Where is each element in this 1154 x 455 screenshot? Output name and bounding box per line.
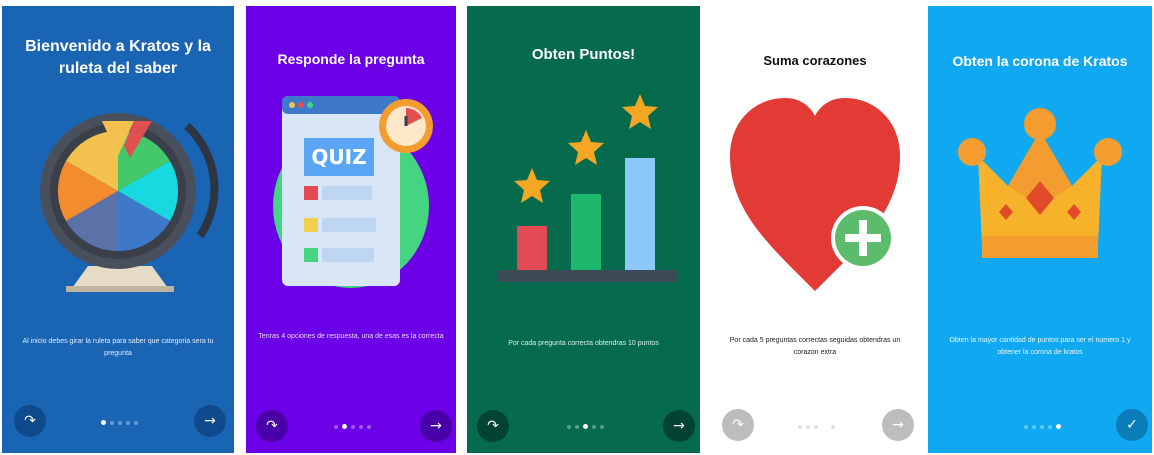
screen-description: Tenras 4 opciones de respuesta, una de e…	[258, 333, 444, 340]
page-dot-1	[567, 424, 571, 429]
quiz-illustration: QUIZ	[273, 96, 433, 288]
screen-title: Bienvenido a Kratos y la ruleta del sabe…	[25, 38, 211, 77]
page-dot-2	[110, 420, 114, 425]
onboarding-screen-hearts: Suma corazones Por cada 5 preguntas corr…	[710, 6, 920, 453]
arrow-right-icon: →	[204, 413, 216, 429]
crown-illustration	[958, 108, 1122, 258]
screen-title: Obten Puntos!	[531, 46, 636, 63]
skip-arrow-icon: ↷	[487, 418, 499, 434]
skip-button[interactable]: ↷	[14, 405, 46, 437]
next-button[interactable]: →	[882, 409, 914, 441]
page-dot-3	[583, 424, 588, 429]
page-dot-5	[600, 424, 604, 429]
arrow-right-icon: →	[430, 418, 442, 434]
page-dot-3	[1040, 424, 1044, 429]
next-button[interactable]: →	[663, 410, 695, 442]
page-dot-5	[134, 420, 138, 425]
page-dot-2	[1032, 424, 1036, 429]
page-indicator	[101, 420, 138, 425]
onboarding-screen-answer: Responde la pregunta QUIZ Tenras 4 opcio…	[246, 6, 456, 453]
onboarding-screen-crown: Obten la corona de Kratos Obten la mayor…	[928, 6, 1152, 453]
skip-button[interactable]: ↷	[722, 409, 754, 441]
skip-arrow-icon: ↷	[24, 413, 36, 429]
screen-description: Por cada 5 preguntas correctas seguidas …	[729, 337, 901, 356]
page-dot-2	[342, 424, 347, 429]
screen-description: Obten la mayor cantidad de puntos para s…	[949, 337, 1131, 356]
check-icon: ✓	[1126, 417, 1138, 433]
screen-title: Obten la corona de Kratos	[952, 53, 1128, 69]
skip-button[interactable]: ↷	[256, 410, 288, 442]
page-dot-5	[831, 424, 835, 429]
screen-title: Suma corazones	[763, 53, 867, 68]
arrow-right-icon: →	[673, 418, 685, 434]
page-indicator	[798, 424, 835, 429]
page-dot-1	[1024, 424, 1028, 429]
skip-arrow-icon: ↷	[732, 417, 744, 433]
page-dot-4	[822, 424, 827, 429]
arrow-right-icon: →	[892, 417, 904, 433]
screen-description: Por cada pregunta correcta obtendras 10 …	[508, 340, 659, 347]
onboarding-screen-welcome: Bienvenido a Kratos y la ruleta del sabe…	[2, 6, 234, 453]
onboarding-screen-points: Obten Puntos! Por cada pregunta correcta…	[467, 6, 700, 453]
page-dot-4	[592, 424, 596, 429]
page-dot-1	[101, 420, 106, 425]
skip-button[interactable]: ↷	[477, 410, 509, 442]
page-indicator	[567, 424, 604, 429]
page-indicator	[334, 424, 371, 429]
page-dot-3	[351, 424, 355, 429]
skip-arrow-icon: ↷	[266, 418, 278, 434]
page-dot-4	[359, 424, 363, 429]
page-dot-2	[806, 424, 810, 429]
next-button[interactable]: →	[420, 410, 452, 442]
svg-text:QUIZ: QUIZ	[311, 145, 366, 169]
done-button[interactable]: ✓	[1116, 409, 1148, 441]
page-dot-1	[798, 424, 802, 429]
page-dot-1	[334, 424, 338, 429]
page-dot-4	[126, 420, 130, 425]
page-dot-5	[367, 424, 371, 429]
page-dot-2	[575, 424, 579, 429]
next-button[interactable]: →	[194, 405, 226, 437]
roulette-wheel-illustration	[40, 113, 219, 292]
heart-plus-illustration	[730, 98, 900, 291]
page-dot-3	[814, 424, 818, 429]
rising-bars-stars-illustration	[497, 94, 677, 282]
screen-title: Responde la pregunta	[277, 51, 425, 67]
page-dot-4	[1048, 424, 1052, 429]
page-dot-3	[118, 420, 122, 425]
screen-description: Al inicio debes girar la ruleta para sab…	[22, 338, 214, 357]
page-dot-5	[1056, 424, 1061, 429]
page-indicator	[1024, 424, 1061, 429]
